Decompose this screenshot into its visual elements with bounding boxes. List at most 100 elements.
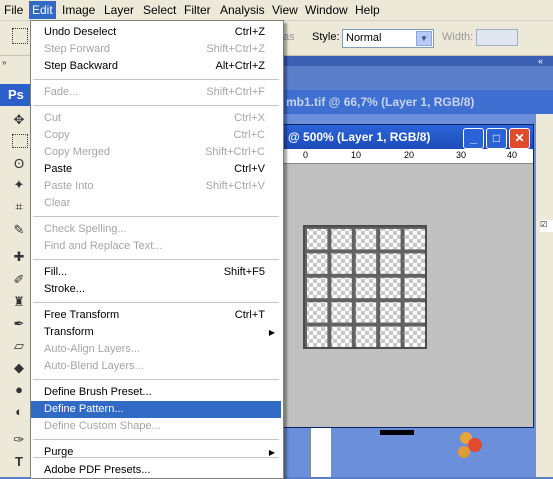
- canvas-image[interactable]: [303, 225, 427, 349]
- maximize-button[interactable]: □: [486, 128, 507, 149]
- healing-brush-icon[interactable]: ✚: [8, 249, 30, 265]
- menu-item-label: Cut: [44, 112, 62, 124]
- menu-item-shortcut: Ctrl+T: [234, 309, 265, 321]
- width-label: Width:: [442, 31, 474, 43]
- minimize-button[interactable]: _: [463, 128, 484, 149]
- menu-item-label: Step Forward: [44, 43, 111, 55]
- menu-item-label: Fade...: [44, 86, 79, 98]
- menu-item-label: Define Custom Shape...: [44, 420, 161, 432]
- edit-menu: Undo Deselect Ctrl+Z Step Forward Shift+Ctr…: [30, 20, 284, 479]
- menu-item-find-and-replace-text: Find and Replace Text...: [31, 238, 281, 255]
- menu-item-label: Define Pattern...: [44, 403, 124, 415]
- lasso-tool-icon[interactable]: ʘ: [8, 156, 30, 172]
- menu-item-auto-align-layers: Auto-Align Layers...: [31, 341, 281, 358]
- width-input[interactable]: [476, 29, 518, 46]
- pen-tool-icon[interactable]: ✑: [8, 432, 30, 448]
- menu-item-label: Paste: [44, 163, 73, 175]
- brush-tool-icon[interactable]: ✐: [8, 272, 30, 288]
- menu-analysis[interactable]: Analysis: [220, 3, 265, 17]
- layer-checkbox[interactable]: ☑: [540, 220, 553, 232]
- menu-item-label: Copy Merged: [44, 146, 111, 158]
- history-brush-icon[interactable]: ✒: [8, 316, 30, 332]
- menu-filter[interactable]: Filter: [184, 3, 211, 17]
- menu-item-stroke[interactable]: Stroke...: [31, 281, 281, 298]
- close-button[interactable]: ✕: [509, 128, 530, 149]
- marquee-tool-icon[interactable]: [12, 134, 28, 148]
- menu-separator: [33, 379, 279, 380]
- menu-item-copy-merged: Copy Merged Shift+Ctrl+C: [31, 144, 281, 161]
- menu-item-label: Define Brush Preset...: [44, 386, 152, 398]
- menu-item-label: Undo Deselect: [44, 26, 117, 38]
- move-tool-icon[interactable]: ✥: [8, 112, 30, 128]
- menu-item-label: Step Backward: [44, 60, 118, 72]
- menu-item-copy: Copy Ctrl+C: [31, 127, 281, 144]
- menu-image[interactable]: Image: [62, 3, 95, 17]
- menu-item-shortcut: Shift+Ctrl+F: [206, 86, 265, 98]
- menu-item-adobe-pdf-presets[interactable]: Adobe PDF Presets...: [31, 462, 281, 478]
- chevron-down-icon[interactable]: ▼: [416, 31, 432, 46]
- submenu-arrow-icon: ▶: [268, 328, 275, 337]
- magic-wand-icon[interactable]: ✦: [8, 177, 30, 193]
- menu-item-fill[interactable]: Fill... Shift+F5: [31, 264, 281, 281]
- menu-item-shortcut: Shift+Ctrl+Z: [206, 43, 265, 55]
- menu-item-step-backward[interactable]: Step Backward Alt+Ctrl+Z: [31, 58, 281, 75]
- collapse-icon[interactable]: »: [2, 58, 32, 67]
- menu-window[interactable]: Window: [305, 3, 348, 17]
- menu-item-shortcut: Alt+Ctrl+Z: [215, 60, 265, 72]
- menu-item-label: Purge: [44, 446, 74, 458]
- ruler-label: 10: [351, 150, 362, 160]
- document-window: @ 500% (Layer 1, RGB/8) _ □ ✕ 0 10 20 30…: [270, 124, 534, 428]
- menu-item-label: Find and Replace Text...: [44, 240, 163, 252]
- style-select[interactable]: Normal ▼: [342, 29, 434, 48]
- menu-item-shortcut: Shift+F5: [223, 266, 265, 278]
- menu-item-shortcut: Shift+Ctrl+V: [205, 180, 265, 192]
- marquee-tool-icon[interactable]: [12, 28, 28, 44]
- menu-item-free-transform[interactable]: Free Transform Ctrl+T: [31, 307, 281, 324]
- options-partial-label: as: [283, 31, 295, 43]
- menu-separator: [33, 439, 279, 440]
- menu-item-label: Check Spelling...: [44, 223, 127, 235]
- menu-view[interactable]: View: [272, 3, 298, 17]
- horizontal-ruler: 0 10 20 30 40: [271, 149, 533, 164]
- menu-separator: [33, 302, 279, 303]
- background-vertical-ruler: [310, 428, 331, 477]
- menu-item-label: Stroke...: [44, 283, 85, 295]
- menu-edit[interactable]: Edit: [29, 1, 56, 19]
- menu-item-purge[interactable]: Purge ▶: [31, 444, 281, 461]
- blur-tool-icon[interactable]: ●: [8, 382, 30, 398]
- menu-separator: [33, 216, 279, 217]
- menu-item-define-pattern[interactable]: Define Pattern...: [31, 401, 281, 418]
- menu-layer[interactable]: Layer: [104, 3, 134, 17]
- menu-item-label: Free Transform: [44, 309, 120, 321]
- menu-item-label: Copy: [44, 129, 70, 141]
- style-select-value: Normal: [346, 32, 382, 44]
- menu-item-fade: Fade... Shift+Ctrl+F: [31, 84, 281, 101]
- ruler-label: 20: [404, 150, 415, 160]
- menu-item-check-spelling: Check Spelling...: [31, 221, 281, 238]
- paint-bucket-icon[interactable]: ◆: [8, 360, 30, 376]
- expand-panels-icon[interactable]: «: [538, 56, 553, 66]
- menu-item-undo-deselect[interactable]: Undo Deselect Ctrl+Z: [31, 24, 281, 41]
- menu-item-paste[interactable]: Paste Ctrl+V: [31, 161, 281, 178]
- menu-separator: [33, 105, 279, 106]
- dodge-tool-icon[interactable]: ◐: [8, 404, 30, 420]
- crop-tool-icon[interactable]: ⌗: [8, 199, 30, 215]
- background-image-edge: [380, 430, 414, 435]
- clone-stamp-icon[interactable]: ♜: [8, 294, 30, 310]
- menu-item-label: Clear: [44, 197, 71, 209]
- menu-item-label: Adobe PDF Presets...: [44, 464, 151, 476]
- menu-item-label: Transform: [44, 326, 94, 338]
- menu-help[interactable]: Help: [355, 3, 380, 17]
- eraser-icon[interactable]: ▱: [8, 338, 30, 354]
- menu-item-transform[interactable]: Transform ▶: [31, 324, 281, 341]
- menu-select[interactable]: Select: [143, 3, 176, 17]
- menu-item-define-brush-preset[interactable]: Define Brush Preset...: [31, 384, 281, 401]
- menu-separator: [33, 259, 279, 260]
- menu-separator: [33, 79, 279, 80]
- style-label: Style:: [312, 31, 340, 43]
- menu-item-label: Auto-Align Layers...: [44, 343, 140, 355]
- eyedropper-icon[interactable]: ✎: [8, 222, 30, 238]
- type-tool-icon[interactable]: T: [8, 454, 30, 470]
- menu-file[interactable]: File: [4, 3, 23, 17]
- background-doc-sidebar: [536, 114, 553, 477]
